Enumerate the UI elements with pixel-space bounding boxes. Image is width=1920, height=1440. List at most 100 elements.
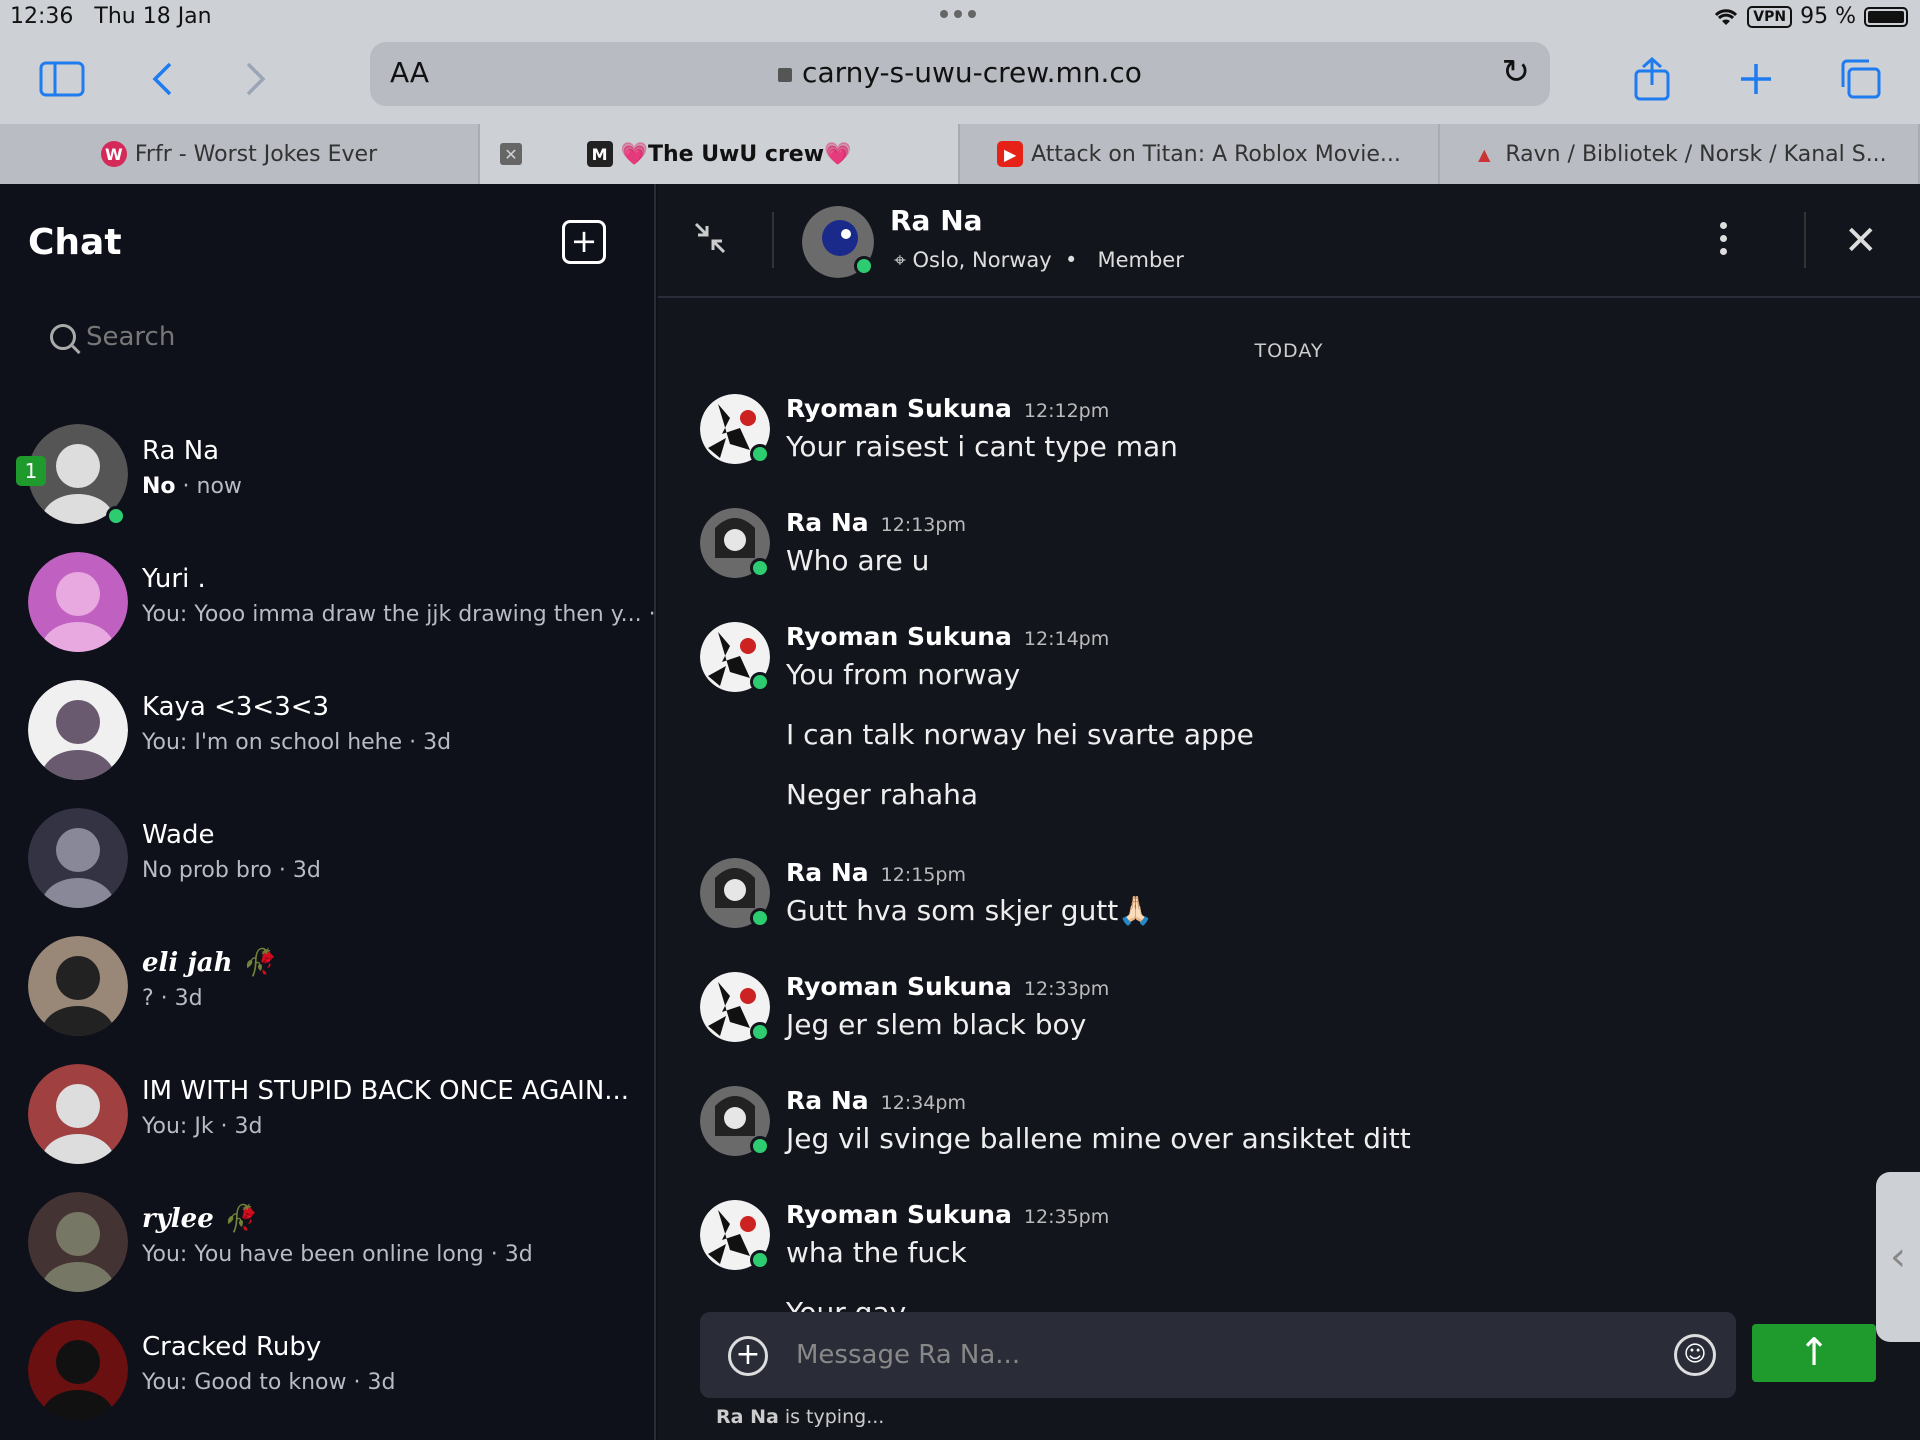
side-panel-handle[interactable]: ‹ [1876, 1172, 1920, 1342]
search-field[interactable]: Search [50, 322, 175, 352]
message-text: Neger rahaha [786, 778, 979, 811]
add-attachment-icon[interactable]: + [728, 1336, 768, 1376]
tab-frfr[interactable]: W Frfr - Worst Jokes Ever [0, 124, 480, 184]
author-name[interactable]: Ra Na [786, 858, 869, 887]
search-placeholder: Search [86, 322, 176, 352]
tab-favicon: ▶ [997, 141, 1024, 167]
tab-ravn[interactable]: ▲ Ravn / Bibliotek / Norsk / Kanal S... [1440, 124, 1920, 184]
message-composer: + ☺ [700, 1312, 1736, 1398]
conversation-preview: You: Yooo imma draw the jjk drawing then… [142, 602, 691, 627]
author-name[interactable]: Ryoman Sukuna [786, 394, 1012, 423]
new-chat-button[interactable]: + [562, 220, 606, 264]
tab-favicon: M [586, 141, 613, 167]
sidebar-toggle-icon[interactable] [34, 54, 90, 104]
author-name[interactable]: Ra Na [786, 1086, 869, 1115]
conversation-item[interactable]: Kaya <3<3<3 You: I'm on school hehe · 3d [0, 668, 656, 796]
chat-pane: Ra Na ⌖ Oslo, Norway • Member ✕ TODAY Ry… [658, 184, 1920, 1440]
status-bar: 12:36 Thu 18 Jan VPN 95 % [0, 0, 1920, 36]
search-icon [50, 324, 76, 350]
avatar [28, 1064, 128, 1164]
new-tab-icon[interactable] [1728, 54, 1784, 104]
day-separator: TODAY [1254, 340, 1324, 362]
tab-uwu-crew[interactable]: ✕ M 💗The UwU crew💗 [480, 124, 960, 184]
header-divider [772, 212, 774, 268]
header-divider [1804, 212, 1806, 268]
conversation-preview: You: Jk · 3d [142, 1114, 263, 1139]
avatar [28, 680, 128, 780]
message-time: 12:34pm [880, 1092, 966, 1114]
sidebar-title: Chat [28, 222, 122, 263]
share-icon[interactable] [1624, 54, 1680, 104]
typing-text: is typing... [778, 1406, 885, 1428]
conversation-item[interactable]: Cracked Ruby You: Good to know · 3d [0, 1308, 656, 1436]
message-text: You from norway [786, 658, 1021, 691]
tab-attack-on-titan[interactable]: ▶ Attack on Titan: A Roblox Movie... [960, 124, 1440, 184]
conversation-preview: No · now [142, 474, 242, 499]
message-text: Your raisest i cant type man [786, 430, 1178, 463]
send-button[interactable]: ↑ [1752, 1324, 1876, 1382]
message-text: Jeg er slem black boy [786, 1008, 1087, 1041]
conversation-name: Kaya <3<3<3 [142, 692, 330, 722]
more-options-icon[interactable] [1720, 222, 1727, 255]
contact-location: Oslo, Norway [912, 248, 1052, 272]
conversation-item[interactable]: Wade No prob bro · 3d [0, 796, 656, 924]
vpn-badge: VPN [1747, 5, 1793, 28]
avatar [28, 936, 128, 1036]
preview-text: ? · 3d [142, 986, 203, 1011]
chat-header: Ra Na ⌖ Oslo, Norway • Member ✕ [658, 184, 1920, 298]
conversation-preview: You: Good to know · 3d [142, 1370, 395, 1395]
conversation-item[interactable]: 1 Ra Na No · now [0, 412, 656, 540]
message-text: Who are u [786, 544, 930, 577]
conversation-name: Wade [142, 820, 215, 850]
preview-text: No prob bro · 3d [142, 858, 321, 883]
browser-toolbar: AA carny-s-uwu-crew.mn.co ↻ [0, 36, 1920, 124]
message-text: wha the fuck [786, 1236, 967, 1269]
collapse-icon[interactable] [692, 220, 728, 265]
author-name[interactable]: Ryoman Sukuna [786, 1200, 1012, 1229]
message-author: Ra Na 12:13pm [786, 508, 966, 537]
author-name[interactable]: Ryoman Sukuna [786, 622, 1012, 651]
url-field[interactable]: carny-s-uwu-crew.mn.co [370, 56, 1550, 89]
address-bar[interactable]: AA carny-s-uwu-crew.mn.co ↻ [370, 42, 1550, 106]
message-time: 12:15pm [880, 864, 966, 886]
conversation-preview: You: You have been online long · 3d [142, 1242, 533, 1267]
message-input[interactable] [796, 1330, 1616, 1380]
preview-text: You: You have been online long · 3d [142, 1242, 533, 1267]
conversation-preview: ? · 3d [142, 986, 203, 1011]
author-name[interactable]: Ra Na [786, 508, 869, 537]
conversation-item[interactable]: IM WITH STUPID BACK ONCE AGAIN... You: Jk… [0, 1052, 656, 1180]
online-indicator [750, 908, 770, 928]
tab-label: 💗The UwU crew💗 [620, 141, 852, 167]
multitask-dots-icon[interactable] [940, 10, 976, 18]
contact-name: Ra Na [890, 204, 983, 237]
preview-text: You: I'm on school hehe · 3d [142, 730, 452, 755]
reload-icon[interactable]: ↻ [1502, 52, 1531, 92]
conversation-preview: You: I'm on school hehe · 3d [142, 730, 451, 755]
message-text: Gutt hva som skjer gutt🙏🏻 [786, 894, 1154, 927]
forward-icon[interactable] [228, 54, 284, 104]
avatar [28, 1320, 128, 1420]
conversation-item[interactable]: eli jah 🥀 ? · 3d [0, 924, 656, 1052]
message-author: Ryoman Sukuna 12:12pm [786, 394, 1109, 423]
online-indicator [750, 1250, 770, 1270]
tab-bar: W Frfr - Worst Jokes Ever ✕ M 💗The UwU crew… [0, 124, 1920, 184]
author-name[interactable]: Ryoman Sukuna [786, 972, 1012, 1001]
back-icon[interactable] [134, 54, 190, 104]
message-text: Jeg vil svinge ballene mine over ansikte… [786, 1122, 1411, 1155]
tab-favicon: ▲ [1478, 144, 1491, 164]
tabs-overview-icon[interactable] [1832, 54, 1888, 104]
online-indicator [750, 672, 770, 692]
preview-text: You: Yooo imma draw the jjk drawing then… [142, 602, 691, 627]
chat-sidebar: Chat + Search 1 Ra Na No · now Yuri . You: Y… [0, 184, 691, 1440]
typing-name: Ra Na [716, 1406, 779, 1428]
status-time-date: 12:36 Thu 18 Jan [10, 4, 212, 29]
conversation-item[interactable]: rylee 🥀 You: You have been online long · … [0, 1180, 656, 1308]
conversation-item[interactable]: Yuri . You: Yooo imma draw the jjk drawin… [0, 540, 691, 668]
tab-close-icon[interactable]: ✕ [500, 143, 522, 165]
avatar [28, 1192, 128, 1292]
emoji-icon[interactable]: ☺ [1674, 1334, 1716, 1376]
online-indicator [750, 1136, 770, 1156]
status-date: Thu 18 Jan [94, 4, 212, 29]
close-icon[interactable]: ✕ [1844, 218, 1878, 264]
message-author: Ryoman Sukuna 12:14pm [786, 622, 1109, 651]
